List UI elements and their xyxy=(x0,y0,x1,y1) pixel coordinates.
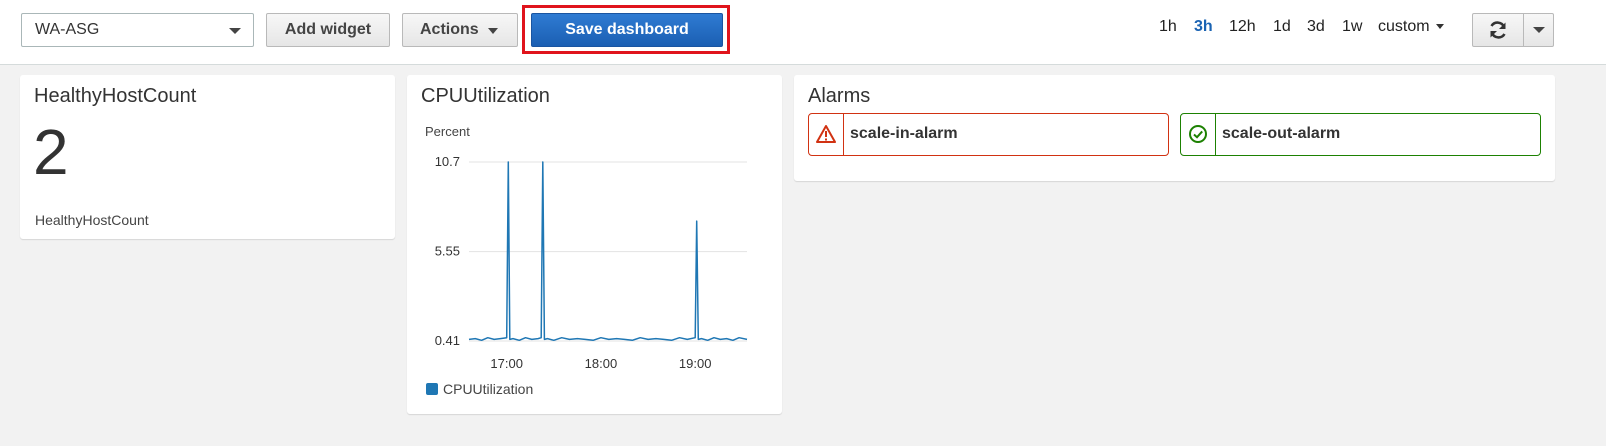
time-range-1w[interactable]: 1w xyxy=(1342,18,1362,36)
alarms-widget: Alarms scale-in-alarm scale-out-alarm xyxy=(794,75,1555,181)
widget-title: Alarms xyxy=(808,85,871,107)
cpu-line-chart: Percent 10.7 5.55 0.41 17:00 18:00 19:00 xyxy=(425,124,748,371)
time-range-1h[interactable]: 1h xyxy=(1159,18,1177,36)
caret-down-icon xyxy=(1435,24,1444,30)
alarm-status-cell xyxy=(1181,114,1216,155)
check-circle-icon xyxy=(1189,125,1207,143)
refresh-button[interactable] xyxy=(1473,14,1523,46)
refresh-button-group xyxy=(1472,13,1554,47)
time-range-1d[interactable]: 1d xyxy=(1273,18,1291,36)
actions-button[interactable]: Actions xyxy=(402,13,518,47)
chart-legend[interactable]: CPUUtilization xyxy=(426,381,533,397)
alarm-item-scale-in[interactable]: scale-in-alarm xyxy=(808,113,1169,156)
alarm-status-cell xyxy=(809,114,844,155)
dashboard-select[interactable]: WA-ASG xyxy=(21,13,254,47)
warning-icon xyxy=(816,125,836,143)
chevron-down-icon xyxy=(1533,27,1545,33)
y-axis-ticks: 10.7 5.55 0.41 xyxy=(435,154,460,348)
x-axis-ticks: 17:00 18:00 19:00 xyxy=(490,356,711,371)
dashboard-toolbar: WA-ASG Add widget Actions Save dashboard… xyxy=(0,0,1606,65)
metric-value: 2 xyxy=(33,116,69,188)
legend-swatch xyxy=(426,383,438,395)
y-tick-label: 10.7 xyxy=(435,154,460,169)
time-range-custom-label: custom xyxy=(1378,18,1430,35)
time-range-3d[interactable]: 3d xyxy=(1307,18,1325,36)
chart-gridlines xyxy=(469,161,747,342)
save-dashboard-button[interactable]: Save dashboard xyxy=(531,13,723,47)
x-tick-label: 18:00 xyxy=(585,356,618,371)
chevron-down-icon xyxy=(229,28,241,34)
alarm-item-scale-out[interactable]: scale-out-alarm xyxy=(1180,113,1541,156)
x-tick-label: 19:00 xyxy=(679,356,712,371)
time-range-custom[interactable]: custom xyxy=(1378,18,1444,36)
refresh-options-button[interactable] xyxy=(1524,14,1554,46)
y-tick-label: 5.55 xyxy=(435,244,460,259)
widget-title: HealthyHostCount xyxy=(34,85,197,107)
refresh-icon xyxy=(1490,21,1506,39)
alarm-name: scale-in-alarm xyxy=(850,125,958,142)
time-range-3h[interactable]: 3h xyxy=(1194,18,1213,36)
dashboard-select-value: WA-ASG xyxy=(35,21,100,38)
legend-label: CPUUtilization xyxy=(443,381,534,397)
cpu-utilization-widget: CPUUtilization Percent 10.7 5.55 0.41 17:0… xyxy=(407,75,782,414)
y-axis-label: Percent xyxy=(425,124,470,139)
y-tick-label: 0.41 xyxy=(435,333,460,348)
metric-label: HealthyHostCount xyxy=(35,212,149,228)
actions-button-label: Actions xyxy=(420,21,479,38)
x-tick-label: 17:00 xyxy=(490,356,523,371)
healthy-host-count-widget: HealthyHostCount 2 HealthyHostCount xyxy=(20,75,395,239)
time-range-12h[interactable]: 12h xyxy=(1229,18,1256,36)
add-widget-button[interactable]: Add widget xyxy=(266,13,390,47)
alarm-name: scale-out-alarm xyxy=(1222,125,1341,142)
chevron-down-icon xyxy=(488,28,498,34)
